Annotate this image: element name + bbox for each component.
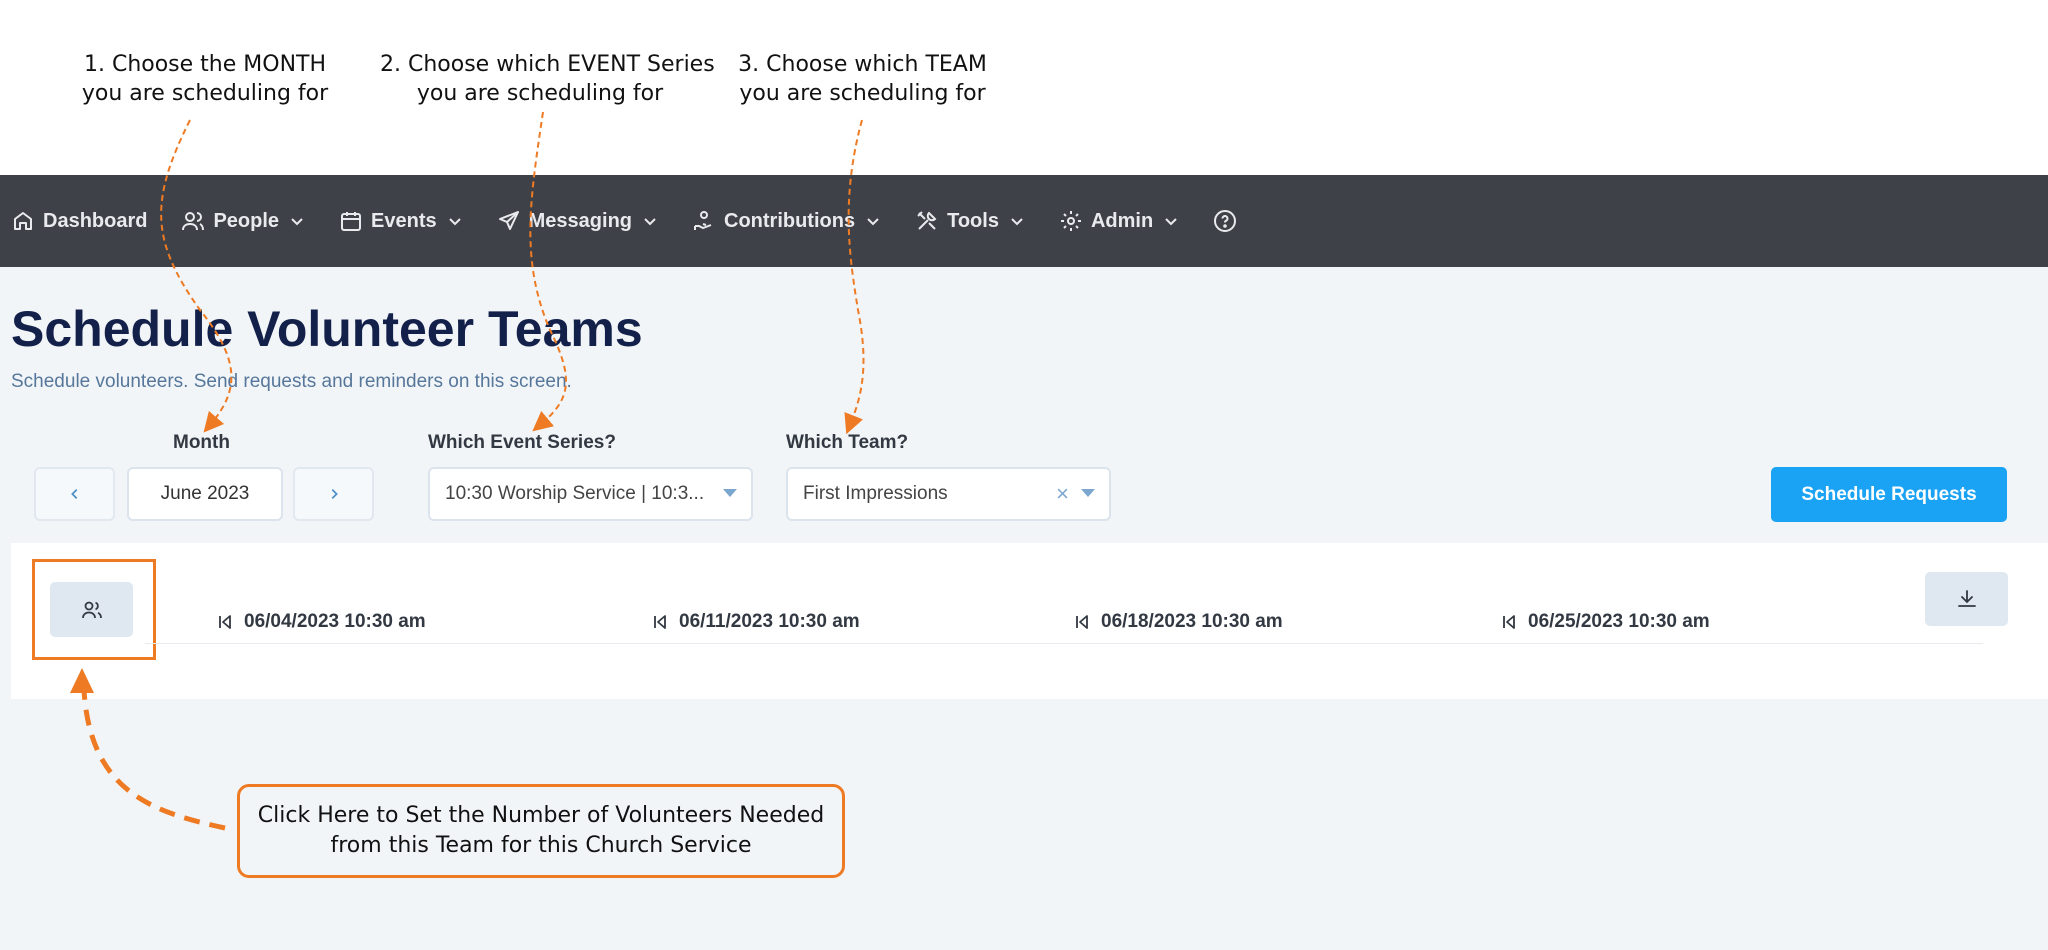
download-icon — [1957, 590, 1976, 607]
calendar-icon — [341, 212, 362, 231]
annotation-callout: Click Here to Set the Number of Voluntee… — [237, 784, 845, 878]
skip-back-icon — [219, 615, 231, 629]
nav-label: Contributions — [724, 209, 856, 232]
team-select[interactable]: First Impressions × — [786, 467, 1111, 521]
annotation-team-note: 3. Choose which TEAM you are scheduling … — [720, 50, 1005, 108]
chevron-down-icon — [448, 218, 461, 226]
event-series-label: Which Event Series? — [428, 432, 616, 453]
nav-admin[interactable]: Admin — [1059, 209, 1179, 233]
service-date: 06/18/2023 10:30 am — [1101, 611, 1283, 632]
nav-label: Messaging — [528, 209, 632, 232]
page-subtitle: Schedule volunteers. Send requests and r… — [11, 371, 572, 392]
annotation-line: Click Here to Set the Number of Voluntee… — [257, 803, 825, 828]
chevron-down-icon — [291, 218, 303, 226]
nav-label: Dashboard — [43, 209, 148, 232]
divider — [145, 643, 1983, 644]
schedule-requests-button[interactable]: Schedule Requests — [1771, 467, 2007, 522]
chevron-down-icon — [1011, 218, 1023, 226]
annotation-highlight-box — [32, 559, 156, 660]
nav-events[interactable]: Events — [339, 209, 463, 233]
service-date: 06/11/2023 10:30 am — [679, 611, 860, 632]
service-date-column[interactable]: 06/04/2023 10:30 am — [216, 611, 426, 633]
month-label: Month — [173, 432, 230, 453]
nav-label: Events — [371, 209, 437, 232]
nav-label: Tools — [947, 209, 999, 232]
skip-back-icon — [654, 615, 666, 629]
clear-icon[interactable]: × — [1056, 481, 1069, 507]
hand-coin-icon — [694, 211, 712, 230]
previous-month-button[interactable] — [34, 467, 115, 521]
send-icon — [498, 211, 519, 230]
annotation-line: you are scheduling for — [739, 81, 986, 106]
event-series-select[interactable]: 10:30 Worship Service | 10:3... — [428, 467, 753, 521]
dropdown-caret-icon — [723, 489, 737, 497]
people-icon — [182, 212, 205, 231]
chevron-down-icon — [644, 218, 656, 226]
nav-label: Admin — [1090, 209, 1154, 232]
nav-people[interactable]: People — [181, 209, 305, 233]
nav-help[interactable] — [1213, 209, 1237, 233]
page-title: Schedule Volunteer Teams — [11, 301, 643, 357]
next-month-button[interactable] — [293, 467, 374, 521]
dropdown-caret-icon — [1081, 489, 1095, 497]
skip-back-icon — [1076, 615, 1088, 629]
skip-back-icon — [1503, 615, 1515, 629]
nav-tools[interactable]: Tools — [915, 209, 1025, 233]
download-button[interactable] — [1925, 572, 2008, 626]
nav-messaging[interactable]: Messaging — [497, 209, 658, 233]
service-date: 06/25/2023 10:30 am — [1528, 611, 1710, 632]
chevron-down-icon — [1165, 218, 1177, 226]
chevron-left-icon — [70, 489, 77, 499]
team-value: First Impressions — [803, 483, 948, 504]
team-label: Which Team? — [786, 432, 909, 453]
annotation-line: you are scheduling for — [416, 81, 664, 106]
month-display[interactable]: June 2023 — [127, 467, 283, 521]
nav-label: People — [213, 209, 280, 232]
event-series-value: 10:30 Worship Service | 10:3... — [445, 483, 705, 504]
service-date-column[interactable]: 06/11/2023 10:30 am — [651, 611, 860, 633]
service-date-column[interactable]: 06/18/2023 10:30 am — [1073, 611, 1283, 633]
tools-icon — [917, 211, 937, 230]
top-navbar: Dashboard People Events Messaging Contri… — [0, 175, 2048, 267]
annotation-line: 1. Choose the MONTH — [83, 52, 327, 77]
home-icon — [14, 212, 32, 230]
service-date-column[interactable]: 06/25/2023 10:30 am — [1500, 611, 1710, 633]
nav-dashboard[interactable]: Dashboard — [11, 209, 147, 233]
annotation-line: 3. Choose which TEAM — [738, 52, 987, 77]
annotation-line: you are scheduling for — [81, 81, 329, 106]
help-icon — [1214, 210, 1237, 232]
annotation-event-note: 2. Choose which EVENT Series you are sch… — [380, 50, 715, 108]
gear-icon — [1060, 211, 1081, 231]
annotation-line: 2. Choose which EVENT Series — [380, 52, 715, 77]
chevron-down-icon — [867, 218, 879, 226]
chevron-right-icon — [331, 489, 338, 499]
annotation-month-note: 1. Choose the MONTH you are scheduling f… — [55, 50, 355, 108]
service-date: 06/04/2023 10:30 am — [244, 611, 426, 632]
nav-contributions[interactable]: Contributions — [692, 209, 881, 233]
annotation-line: from this Team for this Church Service — [330, 833, 752, 858]
